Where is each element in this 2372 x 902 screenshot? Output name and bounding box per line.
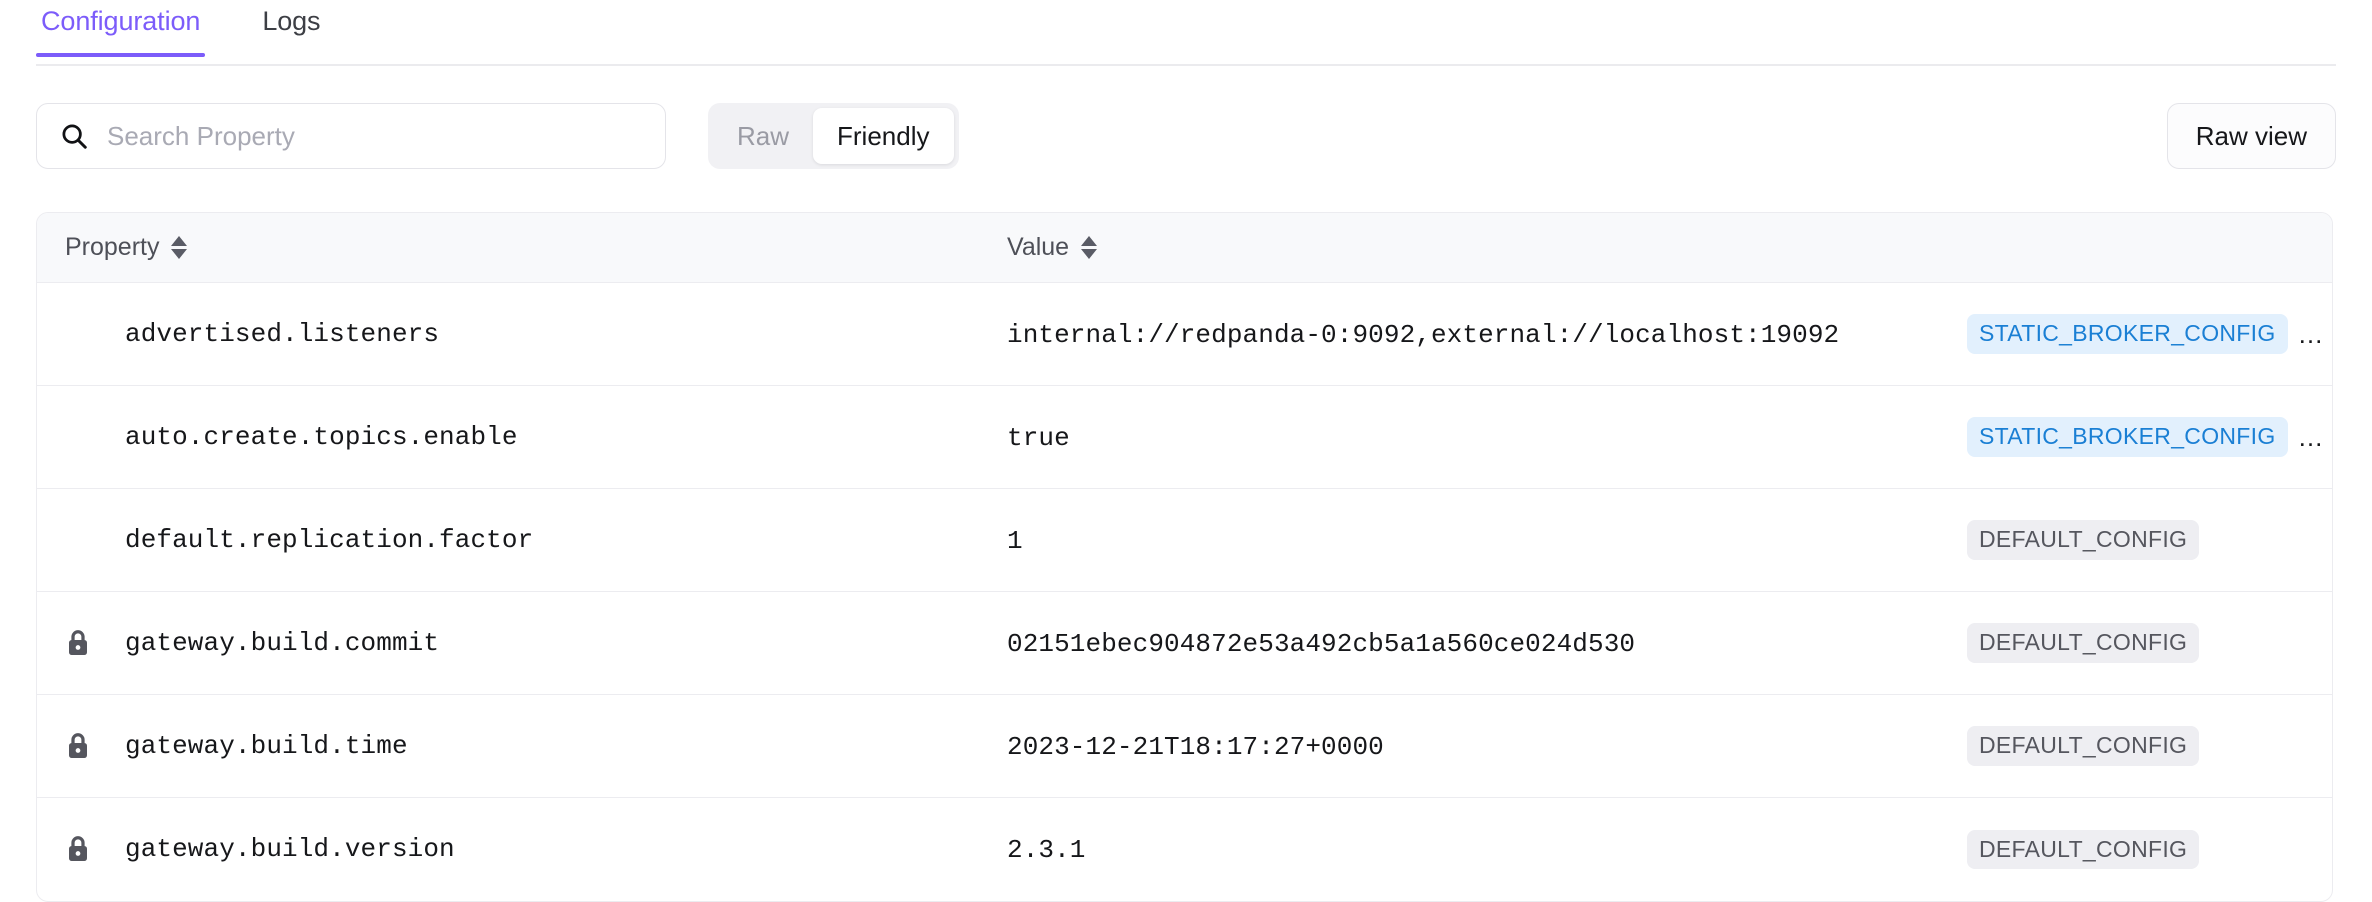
column-header-value-label: Value: [1007, 233, 1069, 262]
table-row[interactable]: default.replication.factor 1 DEFAULT_CON…: [37, 489, 2332, 592]
lock-slot: [65, 731, 125, 761]
property-cell: auto.create.topics.enable: [37, 386, 1007, 489]
status-badge: STATIC_BROKER_CONFIG: [1967, 314, 2288, 353]
lock-icon: [65, 834, 91, 864]
search-icon: [59, 121, 89, 151]
value-cell: internal://redpanda-0:9092,external://lo…: [1007, 283, 1967, 386]
view-mode-raw[interactable]: Raw: [713, 108, 813, 164]
table-body: advertised.listeners internal://redpanda…: [37, 283, 2332, 901]
overflow-ellipsis: …: [2298, 422, 2324, 453]
column-header-source: [1967, 213, 2332, 283]
property-name: gateway.build.commit: [125, 628, 439, 658]
source-cell: DEFAULT_CONFIG: [1967, 695, 2332, 798]
status-badge: DEFAULT_CONFIG: [1967, 520, 2199, 559]
raw-view-button[interactable]: Raw view: [2167, 103, 2336, 169]
value-cell: 1: [1007, 489, 1967, 592]
value-cell: true: [1007, 386, 1967, 489]
source-cell: DEFAULT_CONFIG: [1967, 798, 2332, 901]
tab-configuration[interactable]: Configuration: [36, 0, 205, 57]
property-cell: advertised.listeners: [37, 283, 1007, 386]
property-value: 2023-12-21T18:17:27+0000: [1007, 732, 1384, 762]
property-name: advertised.listeners: [125, 319, 439, 349]
status-badge: STATIC_BROKER_CONFIG: [1967, 417, 2288, 456]
overflow-ellipsis: …: [2298, 319, 2324, 350]
table-row[interactable]: gateway.build.time 2023-12-21T18:17:27+0…: [37, 695, 2332, 798]
search-property-box[interactable]: [36, 103, 666, 169]
table-row[interactable]: advertised.listeners internal://redpanda…: [37, 283, 2332, 386]
property-value: true: [1007, 423, 1070, 453]
column-header-property[interactable]: Property: [37, 213, 1007, 283]
lock-slot: [65, 628, 125, 658]
value-cell: 2.3.1: [1007, 798, 1967, 901]
view-mode-friendly[interactable]: Friendly: [813, 108, 953, 164]
lock-icon: [65, 731, 91, 761]
property-cell: gateway.build.version: [37, 798, 1007, 901]
search-input[interactable]: [107, 121, 643, 152]
sort-arrows-icon[interactable]: [171, 236, 187, 259]
source-cell: STATIC_BROKER_CONFIG …: [1967, 386, 2332, 489]
value-cell: 2023-12-21T18:17:27+0000: [1007, 695, 1967, 798]
status-badge: DEFAULT_CONFIG: [1967, 726, 2199, 765]
property-value: internal://redpanda-0:9092,external://lo…: [1007, 320, 1839, 350]
tab-bar: Configuration Logs: [0, 0, 2372, 66]
value-cell: 02151ebec904872e53a492cb5a1a560ce024d530: [1007, 592, 1967, 695]
column-header-property-label: Property: [65, 233, 159, 262]
property-value: 2.3.1: [1007, 835, 1086, 865]
source-cell: DEFAULT_CONFIG: [1967, 489, 2332, 592]
property-cell: default.replication.factor: [37, 489, 1007, 592]
column-header-value[interactable]: Value: [1007, 213, 1967, 283]
property-name: gateway.build.time: [125, 731, 408, 761]
status-badge: DEFAULT_CONFIG: [1967, 830, 2199, 869]
table-header-row: Property Value: [37, 213, 2332, 283]
table-row[interactable]: gateway.build.commit 02151ebec904872e53a…: [37, 592, 2332, 695]
table-row[interactable]: auto.create.topics.enable true STATIC_BR…: [37, 386, 2332, 489]
view-mode-segmented-control: Raw Friendly: [708, 103, 959, 169]
lock-slot: [65, 834, 125, 864]
toolbar: Raw Friendly Raw view: [0, 66, 2372, 176]
property-name: auto.create.topics.enable: [125, 422, 518, 452]
tab-logs[interactable]: Logs: [257, 0, 325, 57]
property-value: 02151ebec904872e53a492cb5a1a560ce024d530: [1007, 629, 1635, 659]
sort-arrows-icon[interactable]: [1081, 236, 1097, 259]
table-row[interactable]: gateway.build.version 2.3.1 DEFAULT_CONF…: [37, 798, 2332, 901]
source-cell: DEFAULT_CONFIG: [1967, 592, 2332, 695]
property-cell: gateway.build.time: [37, 695, 1007, 798]
source-cell: STATIC_BROKER_CONFIG …: [1967, 283, 2332, 386]
property-name: default.replication.factor: [125, 525, 533, 555]
property-name: gateway.build.version: [125, 834, 455, 864]
property-value: 1: [1007, 526, 1023, 556]
status-badge: DEFAULT_CONFIG: [1967, 623, 2199, 662]
property-cell: gateway.build.commit: [37, 592, 1007, 695]
table-header: Property Value: [37, 213, 2332, 283]
configuration-table: Property Value: [36, 212, 2333, 902]
lock-icon: [65, 628, 91, 658]
